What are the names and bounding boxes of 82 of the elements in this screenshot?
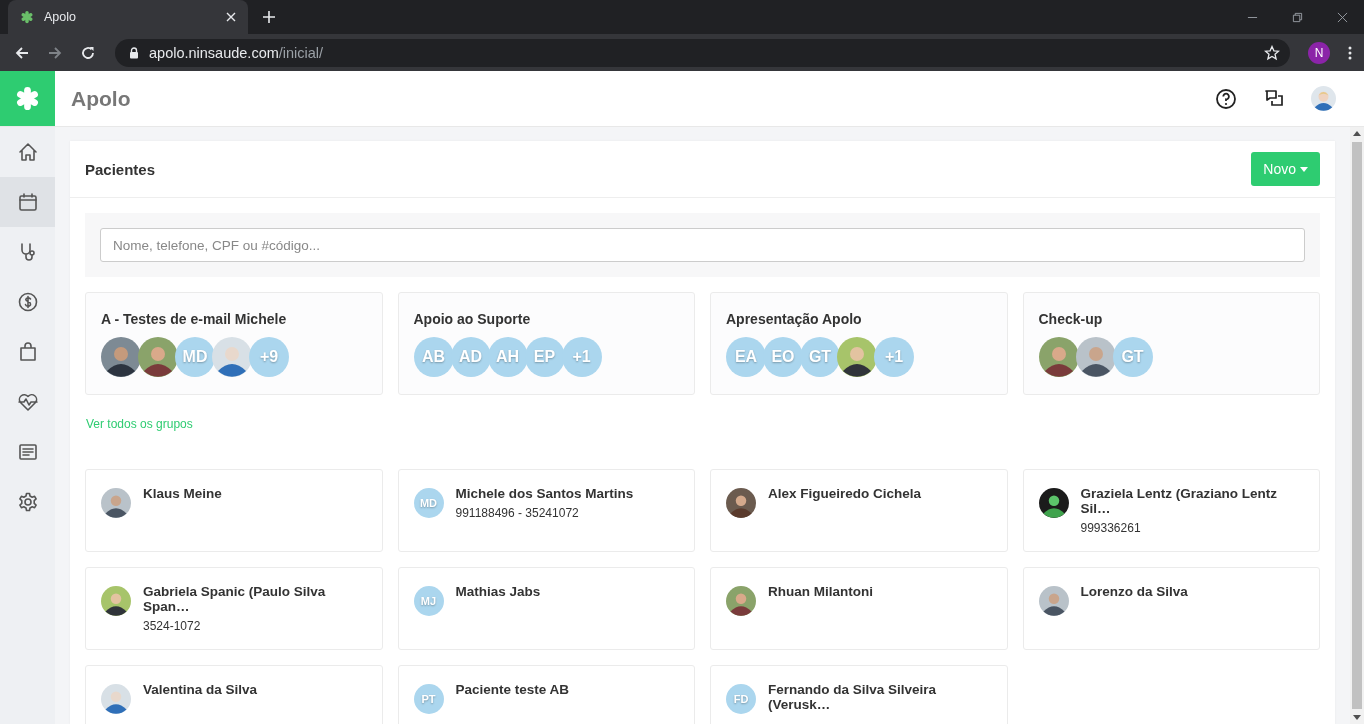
patient-phone: 3524-1072 bbox=[143, 619, 202, 633]
patient-card[interactable]: Valentina da Silva bbox=[85, 665, 383, 724]
patient-name: Rhuan Milantoni bbox=[768, 584, 873, 599]
lock-icon bbox=[129, 46, 139, 59]
close-icon[interactable] bbox=[1337, 11, 1348, 23]
sidebar-item[interactable] bbox=[0, 177, 55, 227]
patient-card[interactable]: Klaus Meine bbox=[85, 469, 383, 552]
scrollbar[interactable] bbox=[1350, 127, 1364, 724]
calendar-icon bbox=[16, 191, 39, 213]
group-card[interactable]: A - Testes de e-mail Michele MD +9 bbox=[85, 292, 383, 395]
initials-avatar: PT bbox=[413, 684, 444, 714]
help-icon[interactable] bbox=[1215, 87, 1237, 110]
initials-avatar: MD bbox=[175, 337, 215, 377]
new-tab-icon[interactable] bbox=[262, 10, 276, 24]
initials-avatar: +9 bbox=[249, 337, 289, 377]
group-card[interactable]: Apresentação Apolo EA EO GT +1 bbox=[710, 292, 1008, 395]
initials-avatar: MJ bbox=[413, 586, 444, 616]
patient-name: Valentina da Silva bbox=[143, 682, 258, 697]
patient-name: Paciente teste AB bbox=[455, 682, 570, 697]
menu-icon[interactable] bbox=[1348, 44, 1352, 61]
patient-card[interactable]: FD Fernando da Silva Silveira (Verusk… bbox=[710, 665, 1008, 724]
profile-avatar[interactable]: N bbox=[1308, 41, 1330, 64]
group-name: Apoio ao Suporte bbox=[413, 311, 532, 327]
panel-title: Pacientes bbox=[85, 160, 156, 178]
patient-card[interactable]: Graziela Lentz (Graziano Lentz Sil… 999336261 bbox=[1022, 469, 1320, 552]
patient-name: Lorenzo da Silva bbox=[1080, 584, 1188, 599]
asterisk-icon bbox=[20, 10, 34, 24]
patient-phone: 991188496 - 35241072 bbox=[455, 506, 580, 520]
star-icon[interactable] bbox=[1264, 44, 1280, 61]
patient-name: Klaus Meine bbox=[143, 486, 222, 501]
initials-avatar: EP bbox=[524, 337, 565, 377]
initials-avatar: AB bbox=[413, 337, 454, 377]
patient-name: Michele dos Santos Martins bbox=[455, 486, 634, 501]
initials-avatar: GT bbox=[800, 337, 840, 377]
settings-icon bbox=[16, 491, 39, 513]
patient-name: Graziela Lentz (Graziano Lentz Sil… bbox=[1080, 486, 1279, 516]
group-card[interactable]: Apoio ao Suporte AB AD AH EP +1 bbox=[397, 292, 695, 395]
app-title: Apolo bbox=[71, 86, 131, 111]
patient-card[interactable]: Lorenzo da Silva bbox=[1022, 567, 1320, 650]
address-bar[interactable]: apolo.ninsaude.com/inicial/ bbox=[115, 38, 1290, 67]
group-card[interactable]: Check-up GT bbox=[1022, 292, 1320, 395]
initials-avatar: AD bbox=[450, 337, 491, 377]
initials-avatar: +1 bbox=[561, 337, 602, 377]
home-icon bbox=[16, 141, 39, 163]
restore-icon[interactable] bbox=[1292, 11, 1303, 23]
patient-name: Alex Figueiredo Cichela bbox=[768, 486, 922, 501]
initials-avatar: FD bbox=[726, 684, 756, 714]
patient-card[interactable]: MJ Mathias Jabs bbox=[397, 567, 695, 650]
initials-avatar: +1 bbox=[874, 337, 914, 377]
patient-card[interactable]: PT Paciente teste AB bbox=[397, 665, 695, 724]
group-name: A - Testes de e-mail Michele bbox=[101, 311, 288, 327]
forward-arrow-icon[interactable] bbox=[47, 44, 63, 61]
document-icon bbox=[16, 441, 39, 463]
patient-card[interactable]: Alex Figueiredo Cichela bbox=[710, 469, 1008, 552]
back-arrow-icon[interactable] bbox=[14, 44, 30, 61]
patient-phone: 999336261 bbox=[1080, 521, 1142, 535]
patient-card[interactable]: Rhuan Milantoni bbox=[710, 567, 1008, 650]
scroll-up-icon[interactable] bbox=[1353, 131, 1361, 136]
logo-tile[interactable] bbox=[0, 71, 55, 126]
initials-avatar: AH bbox=[487, 337, 528, 377]
patient-name: Mathias Jabs bbox=[455, 584, 541, 599]
browser-tab[interactable]: Apolo bbox=[8, 0, 248, 34]
initials-avatar: MD bbox=[413, 488, 444, 518]
url-host: apolo.ninsaude.com bbox=[149, 44, 279, 61]
asterisk-icon bbox=[15, 86, 40, 111]
patient-card[interactable]: Gabriela Spanic (Paulo Silva Span… 3524-1072 bbox=[85, 567, 383, 650]
patient-card[interactable]: MD Michele dos Santos Martins 991188496 - 35241072 bbox=[397, 469, 695, 552]
dollar-icon bbox=[16, 291, 39, 313]
reload-icon[interactable] bbox=[80, 44, 96, 61]
caret-icon bbox=[1300, 166, 1308, 172]
initials-avatar: EO bbox=[763, 337, 803, 377]
group-name: Check-up bbox=[1038, 311, 1104, 327]
heartbeat-icon bbox=[16, 391, 39, 413]
initials-avatar: GT bbox=[1112, 337, 1153, 377]
search-field[interactable]: Nome, telefone, CPF ou #código... bbox=[100, 228, 1305, 262]
patient-name: Gabriela Spanic (Paulo Silva Span… bbox=[143, 584, 327, 614]
url-path: /inicial/ bbox=[278, 44, 324, 61]
patient-name: Fernando da Silva Silveira (Verusk… bbox=[768, 682, 938, 712]
group-name: Apresentação Apolo bbox=[726, 311, 863, 327]
initials-avatar: EA bbox=[726, 337, 766, 377]
tab-title: Apolo bbox=[44, 10, 77, 24]
scroll-down-icon[interactable] bbox=[1353, 715, 1361, 720]
